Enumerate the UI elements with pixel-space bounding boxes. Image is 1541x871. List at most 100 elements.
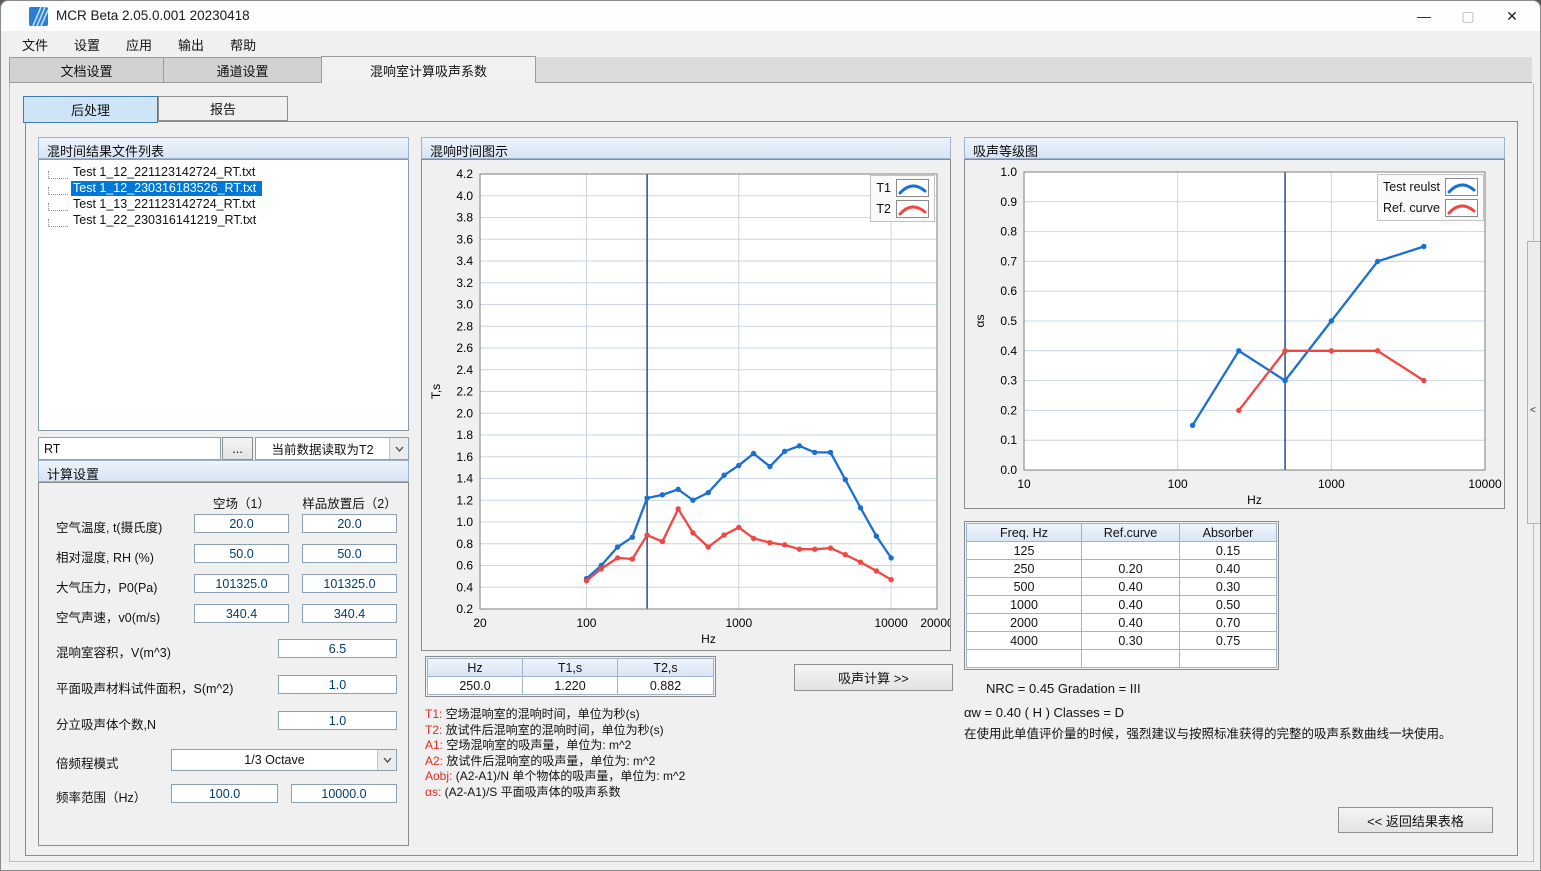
col-header: T1,s: [523, 659, 618, 677]
table-row: [967, 650, 1277, 668]
note-line: T2: 放试件后混响室的混响时间，单位为秒(s): [425, 723, 685, 739]
tree-branch-icon: [48, 219, 68, 227]
absorber-count-input[interactable]: [278, 711, 397, 730]
minimize-button[interactable]: —: [1402, 1, 1446, 31]
svg-text:T,s: T,s: [429, 384, 443, 399]
room-volume-label: 混响室容积，V(m^3): [56, 642, 171, 661]
chevron-down-icon[interactable]: [389, 438, 408, 459]
aw-text: αw = 0.40 ( H ) Classes = D: [964, 705, 1124, 720]
menu-item[interactable]: 帮助: [217, 32, 269, 57]
col-empty-field: 空场（1）: [194, 493, 289, 512]
menu-item[interactable]: 设置: [61, 32, 113, 57]
room-volume-input[interactable]: [278, 639, 397, 658]
tab[interactable]: 混响室计算吸声系数: [321, 56, 536, 83]
humidity-input-sample[interactable]: [302, 544, 397, 563]
svg-text:1.8: 1.8: [456, 428, 473, 442]
pressure-input-sample[interactable]: [302, 574, 397, 593]
sound-speed-input-empty[interactable]: [194, 604, 289, 623]
col-header: Ref.curve: [1082, 524, 1180, 542]
pressure-input-empty[interactable]: [194, 574, 289, 593]
data-read-combo-value: 当前数据读取为T2: [256, 439, 389, 458]
svg-text:4.0: 4.0: [456, 189, 473, 203]
air-temp-input-sample[interactable]: [302, 514, 397, 533]
freq-min-input[interactable]: [171, 784, 278, 803]
app-icon: [29, 7, 48, 26]
advice-text: 在使用此单值评价量的时候，强烈建议与按照标准获得的完整的吸声系数曲线一块使用。: [964, 723, 1452, 742]
back-button[interactable]: << 返回结果表格: [1338, 807, 1493, 833]
octave-mode-label: 倍频程模式: [56, 753, 119, 772]
note-line: A1: 空场混响室的吸声量，单位为: m^2: [425, 738, 685, 754]
file-item[interactable]: Test 1_13_221123142724_RT.txt: [39, 196, 408, 212]
table-row: 20000.400.70: [967, 614, 1277, 632]
grade-table-wrap: Freq. HzRef.curveAbsorber1250.152500.200…: [964, 521, 1279, 670]
svg-text:0.0: 0.0: [1000, 463, 1017, 477]
table-row: 2500.200.40: [967, 560, 1277, 578]
pressure-label: 大气压力，P0(Pa): [56, 577, 157, 596]
rt-chart[interactable]: 0.20.40.60.81.01.21.41.61.82.02.22.42.62…: [422, 160, 950, 650]
svg-text:0.2: 0.2: [456, 602, 473, 616]
rt-result-table: HzT1,sT2,s250.01.2200.882: [427, 658, 714, 695]
absorb-calc-button[interactable]: 吸声计算 >>: [794, 664, 953, 691]
octave-mode-value: 1/3 Octave: [172, 753, 377, 767]
svg-text:20000: 20000: [920, 616, 950, 630]
tab[interactable]: 文档设置: [9, 57, 164, 82]
col-header: Hz: [428, 659, 523, 677]
svg-text:0.2: 0.2: [1000, 403, 1017, 417]
tree-branch-icon: [48, 171, 68, 179]
table-row: 5000.400.30: [967, 578, 1277, 596]
humidity-input-empty[interactable]: [194, 544, 289, 563]
test-result-swatch: [1445, 178, 1478, 196]
menu-item[interactable]: 应用: [113, 32, 165, 57]
humidity-label: 相对湿度, RH (%): [56, 547, 154, 566]
svg-text:3.6: 3.6: [456, 232, 473, 246]
sound-speed-input-sample[interactable]: [302, 604, 397, 623]
svg-text:10000: 10000: [874, 616, 908, 630]
svg-text:1.2: 1.2: [456, 493, 473, 507]
browse-button[interactable]: ...: [222, 437, 253, 460]
svg-text:3.0: 3.0: [456, 298, 473, 312]
svg-text:2.6: 2.6: [456, 341, 473, 355]
note-line: Aobj: (A2-A1)/N 单个物体的吸声量，单位为: m^2: [425, 769, 685, 785]
col-header: T2,s: [618, 659, 714, 677]
menu-item[interactable]: 文件: [9, 32, 61, 57]
svg-text:3.2: 3.2: [456, 276, 473, 290]
tab-bar: 文档设置通道设置混响室计算吸声系数: [9, 57, 1532, 83]
air-temp-input-empty[interactable]: [194, 514, 289, 533]
tree-branch-icon: [48, 203, 68, 211]
nrc-text: NRC = 0.45 Gradation = III: [986, 681, 1141, 696]
side-splitter-handle[interactable]: <: [1527, 241, 1541, 524]
svg-text:αs: αs: [973, 315, 987, 328]
menu-item[interactable]: 输出: [165, 32, 217, 57]
note-line: T1: 空场混响室的混响时间，单位为秒(s): [425, 707, 685, 723]
data-read-combo[interactable]: 当前数据读取为T2: [255, 437, 409, 460]
svg-text:100: 100: [1168, 477, 1188, 491]
subtab[interactable]: 报告: [158, 96, 288, 121]
file-list[interactable]: Test 1_12_221123142724_RT.txtTest 1_12_2…: [38, 159, 409, 431]
t2-swatch: [896, 200, 929, 218]
octave-mode-combo[interactable]: 1/3 Octave: [171, 749, 397, 771]
svg-text:Hz: Hz: [701, 632, 716, 646]
tab[interactable]: 通道设置: [163, 57, 322, 82]
grade-chart-header: 吸声等级图: [964, 137, 1505, 159]
svg-text:10: 10: [1017, 477, 1031, 491]
close-button[interactable]: ✕: [1490, 1, 1534, 31]
svg-text:4.2: 4.2: [456, 167, 473, 181]
freq-max-input[interactable]: [291, 784, 397, 803]
file-item[interactable]: Test 1_12_230316183526_RT.txt: [39, 180, 408, 196]
chevron-left-icon: <: [1530, 405, 1536, 416]
subtab[interactable]: 后处理: [23, 96, 158, 123]
app-window: MCR Beta 2.05.0.001 20230418 — ▢ ✕ 文件设置应…: [0, 0, 1541, 871]
t1-swatch: [896, 179, 929, 197]
rt-name-input[interactable]: [38, 437, 221, 460]
file-item[interactable]: Test 1_22_230316141219_RT.txt: [39, 212, 408, 228]
rt-chart-panel: 0.20.40.60.81.01.21.41.61.82.02.22.42.62…: [421, 159, 951, 651]
chevron-down-icon[interactable]: [377, 750, 396, 770]
svg-text:2.4: 2.4: [456, 363, 473, 377]
absorber-count-label: 分立吸声体个数,N: [56, 714, 156, 733]
svg-text:2.2: 2.2: [456, 385, 473, 399]
sample-area-input[interactable]: [278, 675, 397, 694]
file-item[interactable]: Test 1_12_221123142724_RT.txt: [39, 164, 408, 180]
svg-text:1.0: 1.0: [1000, 165, 1017, 179]
maximize-button[interactable]: ▢: [1446, 1, 1490, 31]
svg-text:0.3: 0.3: [1000, 374, 1017, 388]
